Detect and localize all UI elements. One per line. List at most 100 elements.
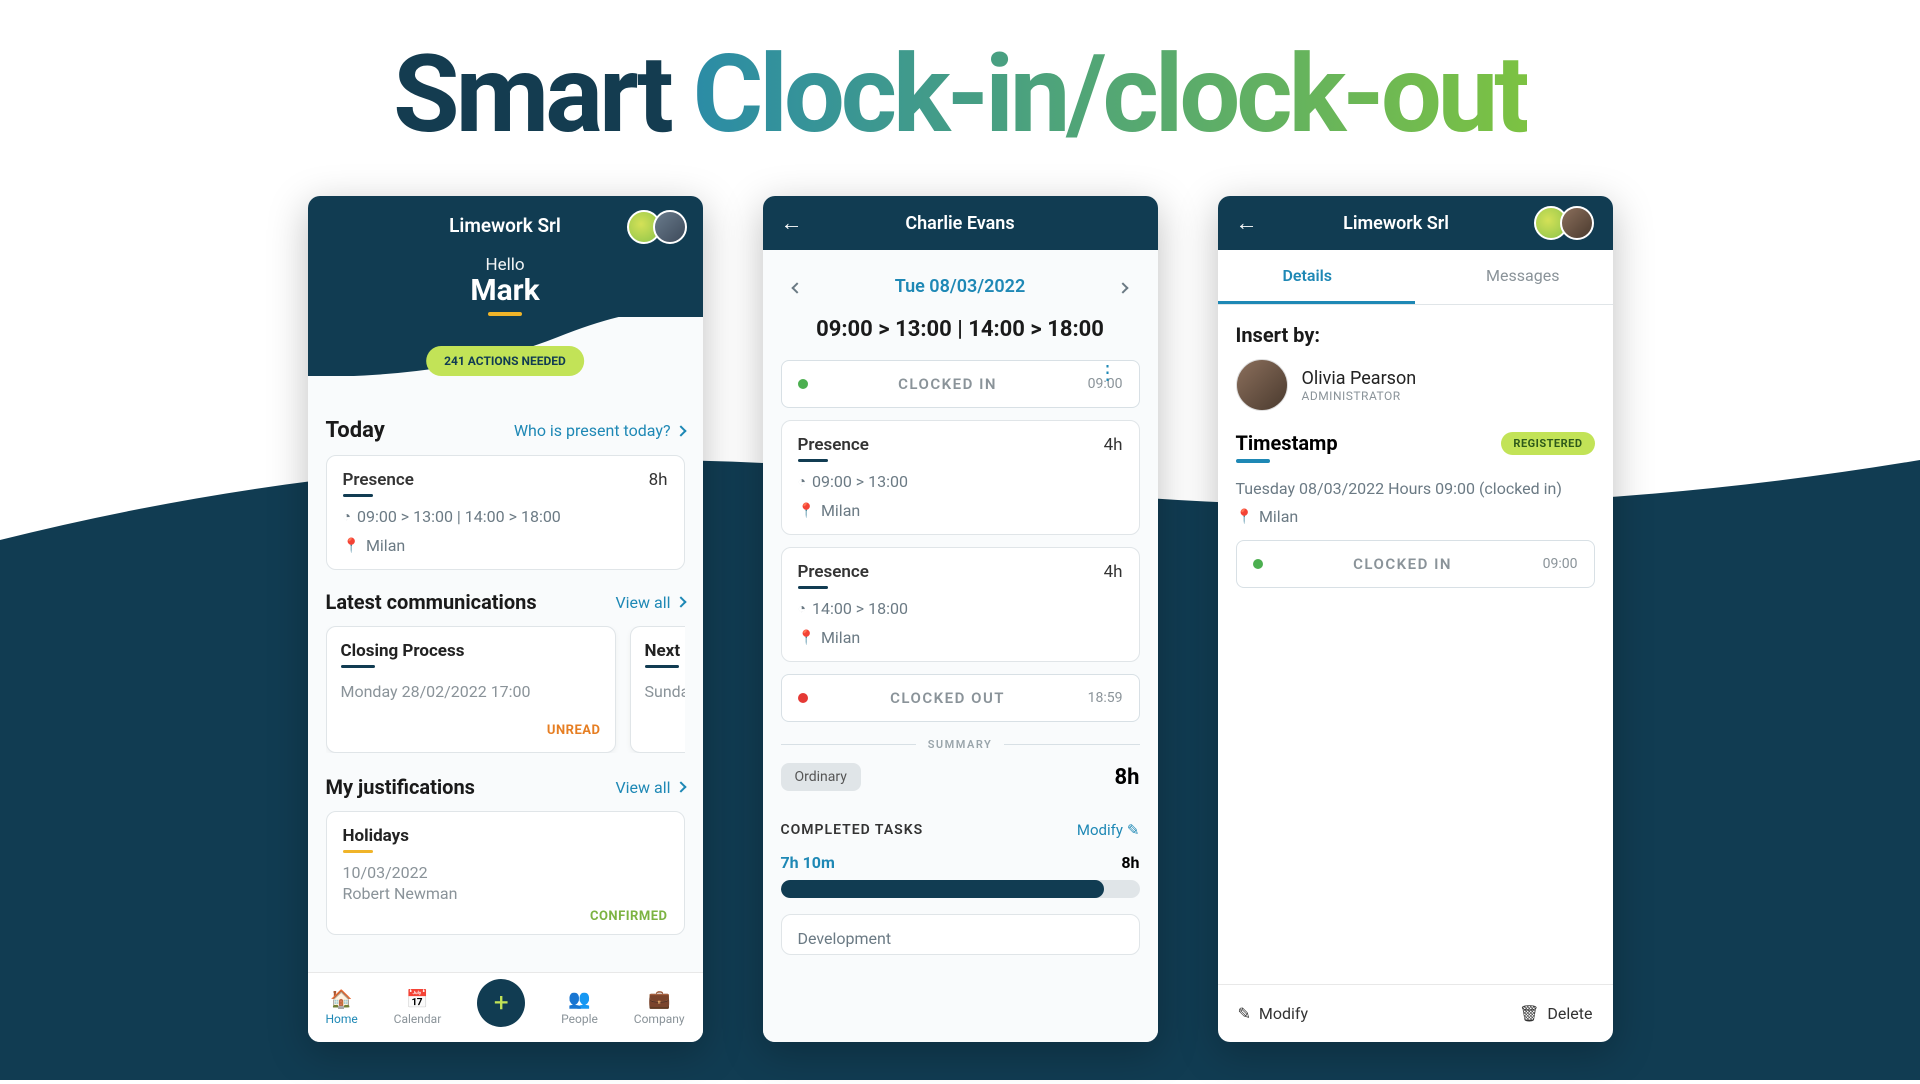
presence-label: Presence xyxy=(343,470,414,490)
status-dot-green xyxy=(798,379,808,389)
employee-name: Charlie Evans xyxy=(905,213,1014,234)
bottom-nav: 🏠Home 📅Calendar + 👥People 💼Company xyxy=(308,972,703,1042)
name-underline xyxy=(488,312,522,316)
presence-times: 09:00 > 13:00 | 14:00 > 18:00 xyxy=(357,507,561,526)
today-heading: Today xyxy=(326,418,385,443)
detail-footer: ✎Modify 🗑Delete xyxy=(1218,984,1613,1042)
tab-messages[interactable]: Messages xyxy=(1415,250,1613,304)
prev-day-button[interactable] xyxy=(785,272,809,301)
chevron-right-icon xyxy=(675,425,686,436)
company-name: Limework Srl xyxy=(1343,213,1449,234)
presence-hours: 4h xyxy=(1104,562,1123,582)
detail-body: Insert by: Olivia Pearson ADMINISTRATOR … xyxy=(1218,305,1613,645)
greeting-label: Hello xyxy=(308,255,703,275)
home-header: Limework Srl Hello Mark 241 ACTIONS NEED… xyxy=(308,196,703,376)
page-title: Smart Clock-in/clock-out xyxy=(0,32,1920,158)
development-label: Development xyxy=(798,929,1123,948)
more-menu-button[interactable]: ⋮ xyxy=(1098,360,1118,384)
clock-icon: ◔ xyxy=(798,473,806,490)
user-name: Mark xyxy=(308,273,703,308)
communications-heading: Latest communications xyxy=(326,590,537,614)
just-owner: Robert Newman xyxy=(343,884,668,903)
just-date: 10/03/2022 xyxy=(343,863,668,882)
briefcase-icon: 💼 xyxy=(648,989,670,1010)
plus-icon: + xyxy=(494,988,509,1018)
clockin-row[interactable]: CLOCKED IN 09:00 xyxy=(1236,540,1595,588)
nav-company[interactable]: 💼Company xyxy=(634,989,685,1026)
date-selector: Tue 08/03/2022 xyxy=(781,264,1140,317)
delete-button[interactable]: 🗑Delete xyxy=(1519,1004,1592,1023)
presence-card-am[interactable]: Presence4h ◔09:00 > 13:00 📍Milan xyxy=(781,420,1140,535)
clockin-label: CLOCKED IN xyxy=(1263,555,1543,573)
just-status-badge: CONFIRMED xyxy=(343,909,668,924)
tab-details[interactable]: Details xyxy=(1218,250,1416,304)
home-body: Today Who is present today? Presence 8h ◔… xyxy=(308,376,703,972)
presence-card[interactable]: Presence 8h ◔ 09:00 > 13:00 | 14:00 > 18:0… xyxy=(326,455,685,570)
avatar-group[interactable] xyxy=(1534,206,1594,240)
clockin-time: 09:00 xyxy=(1543,556,1578,572)
nav-calendar[interactable]: 📅Calendar xyxy=(394,989,442,1026)
user-avatar xyxy=(1560,206,1594,240)
phone-home: Limework Srl Hello Mark 241 ACTIONS NEED… xyxy=(308,196,703,1042)
ordinary-pill: Ordinary xyxy=(781,763,861,791)
justification-card[interactable]: Holidays 10/03/2022 Robert Newman CONFIR… xyxy=(326,811,685,935)
timesheet-body: Tue 08/03/2022 09:00 > 13:00 | 14:00 > 1… xyxy=(763,250,1158,1042)
status-dot-green xyxy=(1253,559,1263,569)
presence-card-pm[interactable]: Presence4h ◔14:00 > 18:00 📍Milan xyxy=(781,547,1140,662)
comm-date: Sunda xyxy=(645,682,685,701)
clockout-row[interactable]: CLOCKED OUT 18:59 xyxy=(781,674,1140,722)
chevron-left-icon xyxy=(791,282,802,293)
time-range-label: 09:00 > 13:00 | 14:00 > 18:00 xyxy=(816,317,1104,342)
just-title: Holidays xyxy=(343,826,668,846)
nav-people[interactable]: 👥People xyxy=(561,989,598,1026)
progress-labels: 7h 10m 8h xyxy=(781,853,1140,872)
communications-list: Closing Process Monday 28/02/2022 17:00 … xyxy=(326,626,685,753)
chevron-right-icon xyxy=(1118,282,1129,293)
pin-icon: 📍 xyxy=(798,503,815,519)
clockin-row[interactable]: CLOCKED IN 09:00 xyxy=(781,360,1140,408)
progress-done: 7h 10m xyxy=(781,853,835,872)
date-label[interactable]: Tue 08/03/2022 xyxy=(895,276,1026,297)
comm-view-all-link[interactable]: View all xyxy=(615,593,684,612)
clock-icon: ◔ xyxy=(343,508,351,525)
phone-timesheet: ← Charlie Evans Tue 08/03/2022 09:00 > 1… xyxy=(763,196,1158,1042)
comm-card[interactable]: Next is Sunda xyxy=(630,626,685,753)
chevron-right-icon xyxy=(675,781,686,792)
presence-hours: 8h xyxy=(649,470,668,490)
user-avatar xyxy=(653,210,687,244)
people-icon: 👥 xyxy=(568,989,590,1010)
actions-needed-badge[interactable]: 241 ACTIONS NEEDED xyxy=(426,346,584,376)
presence-label: Presence xyxy=(798,562,869,582)
progress-total: 8h xyxy=(1121,853,1139,872)
registered-badge: REGISTERED xyxy=(1501,432,1594,455)
back-button[interactable]: ← xyxy=(1236,210,1258,236)
summary-divider: SUMMARY xyxy=(781,738,1140,751)
title-prefix: Smart xyxy=(393,32,692,158)
back-button[interactable]: ← xyxy=(781,210,803,236)
pencil-icon: ✎ xyxy=(1127,821,1140,839)
presence-label: Presence xyxy=(798,435,869,455)
inserter-row[interactable]: Olivia Pearson ADMINISTRATOR xyxy=(1236,359,1595,411)
phone-detail: ← Limework Srl Details Messages Insert b… xyxy=(1218,196,1613,1042)
status-dot-red xyxy=(798,693,808,703)
nav-home[interactable]: 🏠Home xyxy=(325,989,357,1026)
avatar-group[interactable] xyxy=(627,210,687,244)
home-icon: 🏠 xyxy=(330,989,352,1010)
nav-add-button[interactable]: + xyxy=(477,979,525,1027)
comm-title: Next is xyxy=(645,641,685,661)
pin-icon: 📍 xyxy=(1236,509,1253,525)
comm-card[interactable]: Closing Process Monday 28/02/2022 17:00 … xyxy=(326,626,616,753)
calendar-icon: 📅 xyxy=(406,989,428,1010)
present-today-link[interactable]: Who is present today? xyxy=(514,421,685,440)
just-view-all-link[interactable]: View all xyxy=(615,778,684,797)
modify-button[interactable]: ✎Modify xyxy=(1238,1004,1309,1023)
development-card[interactable]: Development xyxy=(781,914,1140,955)
chevron-right-icon xyxy=(675,596,686,607)
inserter-avatar xyxy=(1236,359,1288,411)
presence-city: Milan xyxy=(366,536,405,555)
modify-tasks-button[interactable]: Modify✎ xyxy=(1077,821,1140,839)
next-day-button[interactable] xyxy=(1111,272,1135,301)
clockout-time: 18:59 xyxy=(1088,690,1123,706)
pin-icon: 📍 xyxy=(798,630,815,646)
insert-by-heading: Insert by: xyxy=(1236,323,1595,347)
